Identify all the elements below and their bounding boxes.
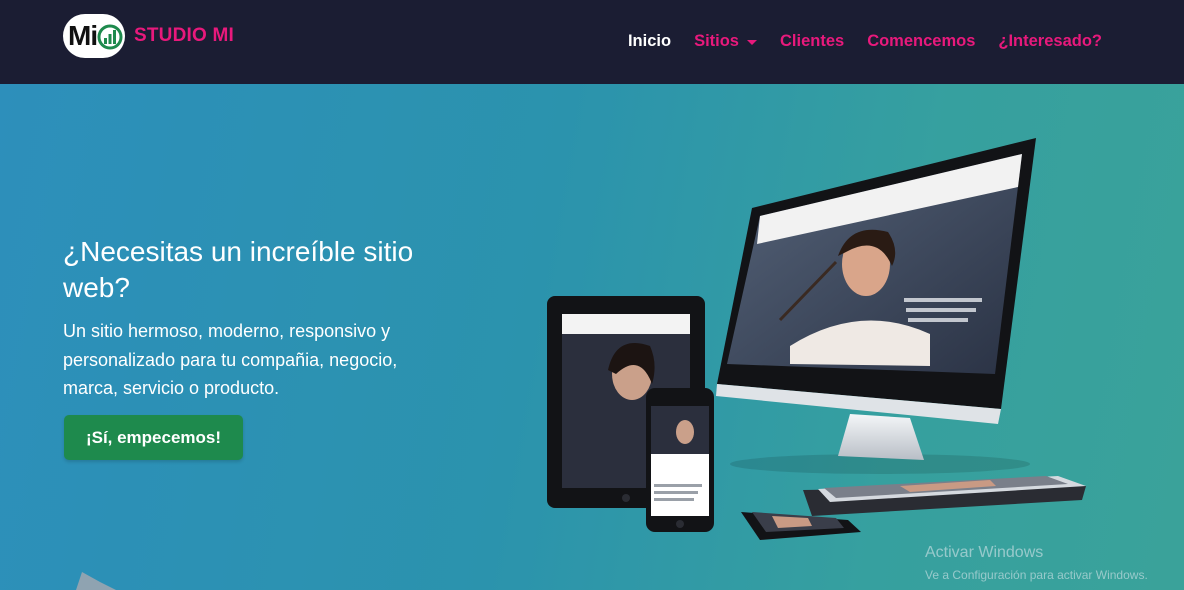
logo-badge: Mi <box>63 14 125 58</box>
nav-inicio[interactable]: Inicio <box>628 32 671 51</box>
flat-tablet-device <box>803 476 1086 516</box>
desktop-monitor <box>716 138 1036 460</box>
main-nav: Inicio Sitios Clientes Comencemos ¿Inter… <box>605 32 1102 51</box>
nav-clientes[interactable]: Clientes <box>780 32 844 51</box>
hero-section: ¿Necesitas un increíble sitio web? Un si… <box>0 84 1184 590</box>
device-edge-fragment <box>76 572 116 590</box>
flat-phone-device <box>741 512 861 540</box>
logo-text: Mi <box>68 20 98 51</box>
nav-comencemos[interactable]: Comencemos <box>867 32 975 51</box>
navbar: Mi STUDIO MI Inicio Sitios Clientes Come… <box>0 0 1184 84</box>
caret-down-icon <box>747 40 757 45</box>
phone-device <box>646 388 714 532</box>
chart-logo-icon <box>97 24 123 50</box>
logo[interactable]: Mi STUDIO MI <box>63 14 234 58</box>
devices-illustration <box>76 138 1086 590</box>
brand-name: STUDIO MI <box>134 25 234 46</box>
activation-watermark-title: Activar Windows <box>925 544 1044 561</box>
nav-sitios[interactable]: Sitios <box>694 32 757 51</box>
nav-sitios-label: Sitios <box>694 32 739 50</box>
activation-watermark-subtitle: Ve a Configuración para activar Windows. <box>925 568 1148 582</box>
nav-interesado[interactable]: ¿Interesado? <box>998 32 1102 51</box>
